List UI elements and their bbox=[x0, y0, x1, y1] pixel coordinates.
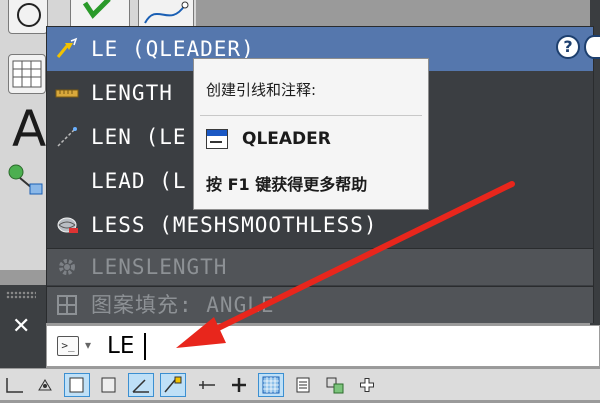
command-tooltip: 创建引线和注释: QLEADER 按 F1 键获得更多帮助 bbox=[193, 58, 429, 210]
text-caret bbox=[144, 333, 146, 360]
model-space-icon[interactable] bbox=[2, 373, 28, 397]
autocomplete-item-label: LENSLENGTH bbox=[91, 255, 228, 279]
text-tool-glyph[interactable]: A bbox=[12, 104, 46, 154]
status-bar bbox=[0, 368, 600, 400]
polar-tracking-icon[interactable] bbox=[128, 373, 154, 397]
command-input[interactable] bbox=[107, 330, 587, 362]
table-tool-button[interactable] bbox=[8, 54, 46, 94]
table-icon bbox=[12, 60, 42, 88]
help-button-secondary[interactable] bbox=[584, 35, 600, 59]
autocomplete-item-hatch-angle[interactable]: 图案填充: ANGLE bbox=[47, 287, 593, 323]
multileader-icon[interactable] bbox=[6, 162, 46, 202]
command-line[interactable]: >_ ▾ bbox=[46, 325, 600, 367]
chevron-down-icon[interactable]: ▾ bbox=[85, 338, 91, 352]
meshsmoothless-icon bbox=[57, 217, 78, 233]
circle-icon bbox=[17, 3, 41, 27]
autocomplete-item-label: LEN (LE bbox=[91, 125, 187, 149]
lineweight-icon[interactable] bbox=[258, 373, 284, 397]
ortho-icon[interactable] bbox=[96, 373, 122, 397]
tooltip-command-name: QLEADER bbox=[242, 129, 331, 149]
quick-properties-icon[interactable] bbox=[290, 373, 316, 397]
grid-snap-icon[interactable] bbox=[32, 373, 58, 397]
annotation-add-icon[interactable] bbox=[354, 373, 380, 397]
dynamic-input-icon[interactable] bbox=[226, 373, 252, 397]
object-snap-tracking-icon[interactable] bbox=[194, 373, 220, 397]
object-snap-icon[interactable] bbox=[160, 373, 186, 397]
grip-icon bbox=[6, 291, 36, 299]
close-command-line-icon[interactable]: ✕ bbox=[12, 314, 30, 339]
len-icon bbox=[57, 127, 77, 147]
length-icon bbox=[55, 89, 79, 98]
command-window-icon bbox=[206, 129, 228, 149]
autocomplete-item-label: LENGTH bbox=[91, 81, 173, 105]
command-prompt-icon[interactable]: >_ bbox=[57, 336, 79, 356]
tooltip-description: 创建引线和注释: bbox=[206, 81, 317, 99]
selection-cycling-icon[interactable] bbox=[322, 373, 348, 397]
circle-tool-button[interactable] bbox=[8, 0, 48, 34]
grid-display-icon[interactable] bbox=[64, 373, 90, 397]
autocomplete-item-label: 图案填充: ANGLE bbox=[91, 293, 275, 317]
tooltip-divider bbox=[200, 115, 422, 116]
autocomplete-item-label: LEAD (L bbox=[91, 169, 187, 193]
help-button[interactable]: ? bbox=[556, 35, 580, 59]
qleader-icon bbox=[56, 37, 78, 58]
autocomplete-item-lenslength[interactable]: LENSLENGTH bbox=[47, 249, 593, 285]
gear-icon bbox=[59, 259, 75, 275]
tooltip-help-hint: 按 F1 键获得更多帮助 bbox=[206, 175, 368, 194]
hatch-icon bbox=[57, 295, 77, 315]
